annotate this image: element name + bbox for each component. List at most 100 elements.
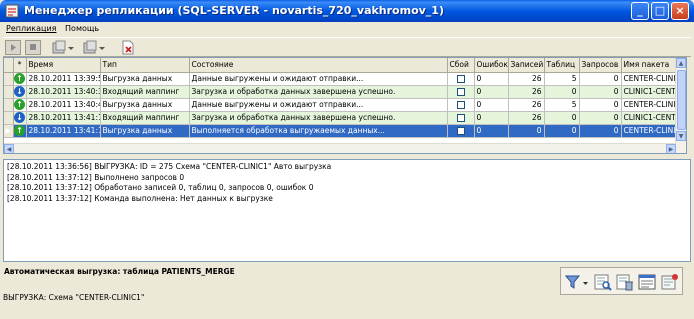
log-line: [28.10.2011 13:37:12] Обработано записей… [7, 183, 314, 192]
cell-records: 26 [508, 98, 545, 112]
scroll-up-icon[interactable]: ▲ [676, 58, 686, 68]
cell-queries: 0 [579, 98, 622, 112]
replication-grid[interactable]: * Время Тип Состояние Сбой Ошибок Записе… [3, 57, 687, 154]
cell-time: 28.10.2011 13:41:14 [26, 111, 101, 125]
cell-state: Данные выгружены и ожидают отправки... [189, 98, 448, 112]
window-title: Менеджер репликации (SQL-SERVER - novart… [24, 4, 444, 17]
log-line: [28.10.2011 13:37:12] Команда выполнена:… [7, 193, 273, 203]
cell-package: CLINIC1-CENTE [621, 85, 683, 99]
clear-log-icon[interactable] [616, 273, 634, 291]
cell-tables: 0 [544, 85, 580, 99]
row-indicator [4, 98, 14, 112]
column-header-time[interactable]: Время [26, 58, 101, 73]
cell-tables: 0 [544, 111, 580, 125]
scroll-left-icon[interactable]: ◀ [4, 144, 14, 153]
table-row[interactable]: ↑ 28.10.2011 13:39:55 Выгрузка данных Данны… [4, 72, 683, 86]
column-header-star[interactable]: * [13, 58, 27, 73]
scroll-thumb[interactable] [677, 70, 686, 130]
delete-document-icon[interactable] [120, 40, 136, 55]
view-log-icon[interactable] [638, 273, 656, 291]
log-line: [28.10.2011 13:36:56] ВЫГРУЗКА: ID = 275… [7, 162, 332, 171]
grid-vertical-scrollbar[interactable]: ▲ ▼ [675, 58, 686, 153]
cell-package: CENTER-CLINIC1 [621, 72, 683, 86]
cell-records: 26 [508, 72, 545, 86]
cell-state: Загрузка и обработка данных завершена ус… [189, 111, 448, 125]
failure-checkbox[interactable] [447, 85, 475, 99]
failure-checkbox[interactable] [447, 124, 475, 138]
menu-replication[interactable]: Репликация [3, 22, 59, 35]
title-bar[interactable]: Менеджер репликации (SQL-SERVER - novart… [0, 0, 694, 22]
log-panel[interactable]: [28.10.2011 13:36:56] ВЫГРУЗКА: ID = 275… [3, 159, 691, 262]
auto-export-title: Автоматическая выгрузка: таблица PATIENT… [4, 267, 235, 276]
scroll-right-icon[interactable]: ▶ [666, 144, 676, 153]
maximize-button[interactable]: □ [651, 2, 669, 20]
cell-errors: 0 [474, 85, 509, 99]
cell-queries: 0 [579, 124, 622, 138]
scroll-down-icon[interactable]: ▼ [676, 131, 686, 141]
cell-package: CENTER-CLINIC1 [621, 124, 683, 138]
table-row[interactable]: ↓ 28.10.2011 13:40:32 Входящий маппинг Загр… [4, 85, 683, 99]
download-arrow-icon: ↓ [13, 85, 27, 99]
cell-type: Выгрузка данных [100, 98, 190, 112]
column-header-failure[interactable]: Сбой [447, 58, 475, 73]
cell-package: CLINIC1-CENTE [621, 111, 683, 125]
column-header-records[interactable]: Записей [508, 58, 545, 73]
cell-time: 28.10.2011 13:39:55 [26, 72, 101, 86]
upload-arrow-icon: ↑ [13, 98, 27, 112]
action-toolbar [560, 267, 683, 295]
cell-package: CENTER-CLINIC1 [621, 98, 683, 112]
table-row[interactable]: ↑ 28.10.2011 13:40:46 Выгрузка данных Данны… [4, 98, 683, 112]
cell-time: 28.10.2011 13:40:46 [26, 98, 101, 112]
cell-tables: 0 [544, 124, 580, 138]
stop-icon[interactable] [25, 40, 41, 55]
column-header-queries[interactable]: Запросов [579, 58, 622, 73]
cell-state: Данные выгружены и ожидают отправки... [189, 72, 448, 86]
cell-queries: 0 [579, 85, 622, 99]
failure-checkbox[interactable] [447, 72, 475, 86]
export-package-icon[interactable] [52, 40, 74, 55]
import-package-icon[interactable] [83, 40, 105, 55]
row-indicator [4, 111, 14, 125]
cell-type: Выгрузка данных [100, 124, 190, 138]
search-log-icon[interactable] [594, 273, 612, 291]
cell-tables: 5 [544, 72, 580, 86]
table-row[interactable]: ▶ ↑ 28.10.2011 13:41:19 Выгрузка данных Выпо… [4, 124, 683, 138]
upload-arrow-icon: ↑ [13, 72, 27, 86]
filter-icon[interactable] [565, 273, 589, 291]
cell-state: Выполняется обработка выгружаемых данных… [189, 124, 448, 138]
cell-queries: 0 [579, 111, 622, 125]
upload-arrow-icon: ↑ [13, 124, 27, 138]
row-indicator: ▶ [4, 124, 14, 138]
app-icon [5, 4, 19, 18]
column-header-type[interactable]: Тип [100, 58, 190, 73]
table-row[interactable]: ↓ 28.10.2011 13:41:14 Входящий маппинг Загр… [4, 111, 683, 125]
column-header-indicator [4, 58, 14, 73]
minimize-button[interactable]: _ [631, 2, 649, 20]
menu-bar: Репликация Помощь [3, 22, 691, 37]
cell-errors: 0 [474, 72, 509, 86]
cell-type: Входящий маппинг [100, 111, 190, 125]
failure-checkbox[interactable] [447, 98, 475, 112]
play-icon[interactable] [5, 40, 21, 55]
cell-time: 28.10.2011 13:40:32 [26, 85, 101, 99]
cell-state: Загрузка и обработка данных завершена ус… [189, 85, 448, 99]
cell-time: 28.10.2011 13:41:19 [26, 124, 101, 138]
status-text: ВЫГРУЗКА: Схема "CENTER-CLINIC1" [3, 293, 145, 302]
column-header-tables[interactable]: Таблиц [544, 58, 580, 73]
failure-checkbox[interactable] [447, 111, 475, 125]
cell-type: Входящий маппинг [100, 85, 190, 99]
column-header-state[interactable]: Состояние [189, 58, 448, 73]
cell-records: 26 [508, 85, 545, 99]
row-indicator [4, 85, 14, 99]
close-button[interactable]: × [671, 2, 689, 20]
cell-errors: 0 [474, 124, 509, 138]
cell-errors: 0 [474, 98, 509, 112]
grid-horizontal-scrollbar[interactable]: ◀ ▶ [4, 143, 676, 153]
cell-type: Выгрузка данных [100, 72, 190, 86]
cell-tables: 5 [544, 98, 580, 112]
export-log-icon[interactable] [661, 273, 679, 291]
column-header-errors[interactable]: Ошибок [474, 58, 509, 73]
menu-help[interactable]: Помощь [62, 22, 102, 35]
column-header-package[interactable]: Имя пакета [621, 58, 683, 73]
toolbar [3, 37, 691, 57]
